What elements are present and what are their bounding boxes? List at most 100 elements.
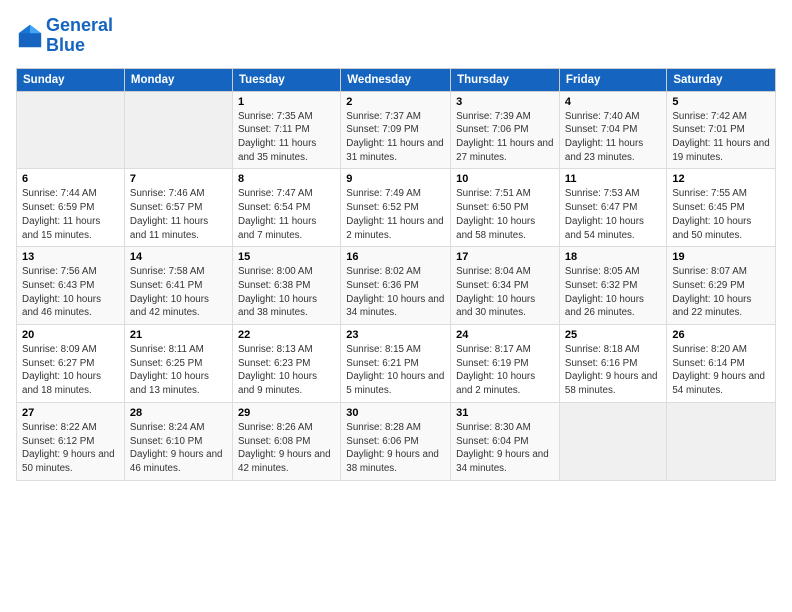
logo: General Blue xyxy=(16,16,113,56)
day-number: 27 xyxy=(22,407,119,419)
calendar-week-5: 27 Sunrise: 8:22 AM Sunset: 6:12 PM Dayli… xyxy=(17,402,776,480)
day-number: 28 xyxy=(130,407,227,419)
day-info: Sunrise: 8:30 AM Sunset: 6:04 PM Dayligh… xyxy=(456,421,554,476)
day-number: 8 xyxy=(238,173,335,185)
day-number: 22 xyxy=(238,329,335,341)
day-info: Sunrise: 7:47 AM Sunset: 6:54 PM Dayligh… xyxy=(238,187,335,242)
day-number: 18 xyxy=(565,251,661,263)
day-number: 23 xyxy=(346,329,445,341)
day-info: Sunrise: 7:58 AM Sunset: 6:41 PM Dayligh… xyxy=(130,265,227,320)
calendar-cell: 28Sunrise: 8:24 AM Sunset: 6:10 PM Dayli… xyxy=(124,402,232,480)
calendar-cell: 17 Sunrise: 8:04 AM Sunset: 6:34 PM Dayli… xyxy=(451,247,560,325)
day-info: Sunrise: 8:04 AM Sunset: 6:34 PM Dayligh… xyxy=(456,265,554,320)
page-header: General Blue xyxy=(16,16,776,56)
day-header-thursday: Thursday xyxy=(451,68,560,91)
day-number: 1 xyxy=(238,96,335,108)
day-info: Sunrise: 7:49 AM Sunset: 6:52 PM Dayligh… xyxy=(346,187,445,242)
calendar-week-2: 6 Sunrise: 7:44 AM Sunset: 6:59 PM Daylig… xyxy=(17,169,776,247)
day-number: 2 xyxy=(346,96,445,108)
day-info: Sunrise: 7:39 AM Sunset: 7:06 PM Dayligh… xyxy=(456,110,554,165)
day-number: 14 xyxy=(130,251,227,263)
day-header-friday: Friday xyxy=(559,68,666,91)
calendar-cell: 1Sunrise: 7:35 AM Sunset: 7:11 PM Daylig… xyxy=(233,91,341,169)
calendar-cell: 8 Sunrise: 7:47 AM Sunset: 6:54 PM Daylig… xyxy=(233,169,341,247)
calendar-cell: 4 Sunrise: 7:40 AM Sunset: 7:04 PM Daylig… xyxy=(559,91,666,169)
day-number: 4 xyxy=(565,96,661,108)
day-number: 15 xyxy=(238,251,335,263)
calendar-cell: 10 Sunrise: 7:51 AM Sunset: 6:50 PM Dayli… xyxy=(451,169,560,247)
day-number: 16 xyxy=(346,251,445,263)
calendar-cell xyxy=(559,402,666,480)
calendar-table: SundayMondayTuesdayWednesdayThursdayFrid… xyxy=(16,68,776,481)
calendar-cell: 5 Sunrise: 7:42 AM Sunset: 7:01 PM Daylig… xyxy=(667,91,776,169)
day-number: 29 xyxy=(238,407,335,419)
day-info: Sunrise: 8:05 AM Sunset: 6:32 PM Dayligh… xyxy=(565,265,661,320)
day-info: Sunrise: 8:17 AM Sunset: 6:19 PM Dayligh… xyxy=(456,343,554,398)
day-info: Sunrise: 8:00 AM Sunset: 6:38 PM Dayligh… xyxy=(238,265,335,320)
day-number: 5 xyxy=(672,96,770,108)
calendar-cell: 20Sunrise: 8:09 AM Sunset: 6:27 PM Dayli… xyxy=(17,325,125,403)
day-info: Sunrise: 7:56 AM Sunset: 6:43 PM Dayligh… xyxy=(22,265,119,320)
calendar-cell: 15 Sunrise: 8:00 AM Sunset: 6:38 PM Dayli… xyxy=(233,247,341,325)
day-info: Sunrise: 7:44 AM Sunset: 6:59 PM Dayligh… xyxy=(22,187,119,242)
day-number: 3 xyxy=(456,96,554,108)
calendar-cell: 6 Sunrise: 7:44 AM Sunset: 6:59 PM Daylig… xyxy=(17,169,125,247)
calendar-cell: 22 Sunrise: 8:13 AM Sunset: 6:23 PM Dayli… xyxy=(233,325,341,403)
day-info: Sunrise: 7:55 AM Sunset: 6:45 PM Dayligh… xyxy=(672,187,770,242)
day-number: 7 xyxy=(130,173,227,185)
day-info: Sunrise: 7:53 AM Sunset: 6:47 PM Dayligh… xyxy=(565,187,661,242)
day-info: Sunrise: 8:13 AM Sunset: 6:23 PM Dayligh… xyxy=(238,343,335,398)
calendar-cell: 30Sunrise: 8:28 AM Sunset: 6:06 PM Dayli… xyxy=(341,402,451,480)
day-info: Sunrise: 7:37 AM Sunset: 7:09 PM Dayligh… xyxy=(346,110,445,165)
calendar-header-row: SundayMondayTuesdayWednesdayThursdayFrid… xyxy=(17,68,776,91)
day-info: Sunrise: 7:51 AM Sunset: 6:50 PM Dayligh… xyxy=(456,187,554,242)
day-info: Sunrise: 8:26 AM Sunset: 6:08 PM Dayligh… xyxy=(238,421,335,476)
day-info: Sunrise: 7:40 AM Sunset: 7:04 PM Dayligh… xyxy=(565,110,661,165)
day-info: Sunrise: 8:15 AM Sunset: 6:21 PM Dayligh… xyxy=(346,343,445,398)
calendar-cell: 12Sunrise: 7:55 AM Sunset: 6:45 PM Dayli… xyxy=(667,169,776,247)
day-info: Sunrise: 7:46 AM Sunset: 6:57 PM Dayligh… xyxy=(130,187,227,242)
calendar-cell xyxy=(667,402,776,480)
calendar-cell: 19Sunrise: 8:07 AM Sunset: 6:29 PM Dayli… xyxy=(667,247,776,325)
calendar-cell: 11 Sunrise: 7:53 AM Sunset: 6:47 PM Dayli… xyxy=(559,169,666,247)
day-number: 26 xyxy=(672,329,770,341)
day-number: 6 xyxy=(22,173,119,185)
calendar-week-4: 20Sunrise: 8:09 AM Sunset: 6:27 PM Dayli… xyxy=(17,325,776,403)
day-number: 21 xyxy=(130,329,227,341)
day-number: 10 xyxy=(456,173,554,185)
day-number: 31 xyxy=(456,407,554,419)
calendar-cell: 26 Sunrise: 8:20 AM Sunset: 6:14 PM Dayli… xyxy=(667,325,776,403)
day-number: 25 xyxy=(565,329,661,341)
day-info: Sunrise: 8:02 AM Sunset: 6:36 PM Dayligh… xyxy=(346,265,445,320)
calendar-week-1: 1Sunrise: 7:35 AM Sunset: 7:11 PM Daylig… xyxy=(17,91,776,169)
calendar-cell xyxy=(124,91,232,169)
calendar-cell: 13 Sunrise: 7:56 AM Sunset: 6:43 PM Dayli… xyxy=(17,247,125,325)
calendar-cell: 31 Sunrise: 8:30 AM Sunset: 6:04 PM Dayli… xyxy=(451,402,560,480)
day-number: 9 xyxy=(346,173,445,185)
day-info: Sunrise: 7:42 AM Sunset: 7:01 PM Dayligh… xyxy=(672,110,770,165)
day-number: 11 xyxy=(565,173,661,185)
logo-text: General Blue xyxy=(46,16,113,56)
day-info: Sunrise: 8:09 AM Sunset: 6:27 PM Dayligh… xyxy=(22,343,119,398)
calendar-cell: 25Sunrise: 8:18 AM Sunset: 6:16 PM Dayli… xyxy=(559,325,666,403)
calendar-cell: 2 Sunrise: 7:37 AM Sunset: 7:09 PM Daylig… xyxy=(341,91,451,169)
day-number: 17 xyxy=(456,251,554,263)
calendar-cell: 14 Sunrise: 7:58 AM Sunset: 6:41 PM Dayli… xyxy=(124,247,232,325)
day-number: 13 xyxy=(22,251,119,263)
calendar-cell xyxy=(17,91,125,169)
day-header-saturday: Saturday xyxy=(667,68,776,91)
day-info: Sunrise: 8:22 AM Sunset: 6:12 PM Dayligh… xyxy=(22,421,119,476)
calendar-cell: 29 Sunrise: 8:26 AM Sunset: 6:08 PM Dayli… xyxy=(233,402,341,480)
day-info: Sunrise: 8:07 AM Sunset: 6:29 PM Dayligh… xyxy=(672,265,770,320)
calendar-cell: 7 Sunrise: 7:46 AM Sunset: 6:57 PM Daylig… xyxy=(124,169,232,247)
day-header-monday: Monday xyxy=(124,68,232,91)
day-number: 24 xyxy=(456,329,554,341)
day-number: 30 xyxy=(346,407,445,419)
calendar-week-3: 13 Sunrise: 7:56 AM Sunset: 6:43 PM Dayli… xyxy=(17,247,776,325)
logo-icon xyxy=(16,22,44,50)
day-info: Sunrise: 8:20 AM Sunset: 6:14 PM Dayligh… xyxy=(672,343,770,398)
day-header-tuesday: Tuesday xyxy=(233,68,341,91)
calendar-cell: 23 Sunrise: 8:15 AM Sunset: 6:21 PM Dayli… xyxy=(341,325,451,403)
calendar-cell: 27 Sunrise: 8:22 AM Sunset: 6:12 PM Dayli… xyxy=(17,402,125,480)
calendar-cell: 16 Sunrise: 8:02 AM Sunset: 6:36 PM Dayli… xyxy=(341,247,451,325)
